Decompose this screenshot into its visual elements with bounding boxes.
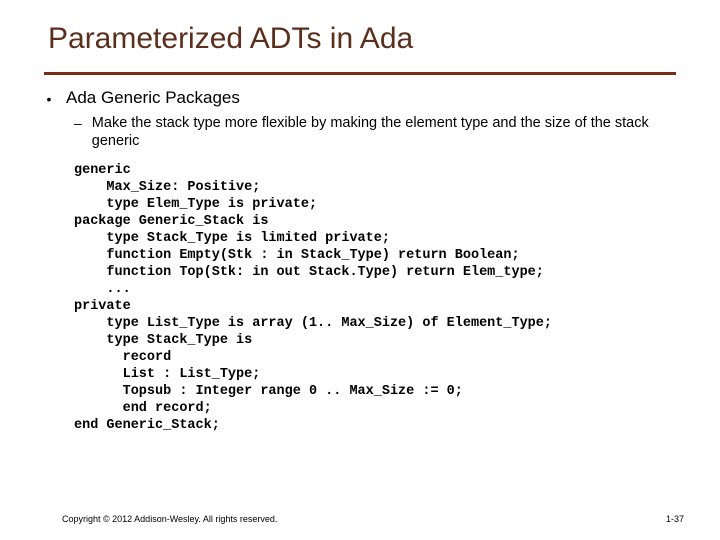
bullet-dot: •: [44, 88, 54, 110]
copyright-footer: Copyright © 2012 Addison-Wesley. All rig…: [62, 514, 277, 524]
bullet-level-1: • Ada Generic Packages: [44, 88, 684, 110]
bullet-level-2: – Make the stack type more flexible by m…: [74, 114, 684, 150]
bullet1-text: Ada Generic Packages: [66, 88, 240, 108]
bullet2-text: Make the stack type more flexible by mak…: [92, 114, 682, 150]
bullet-dash: –: [74, 114, 82, 132]
page-number: 1-37: [666, 514, 684, 524]
title-underline: [44, 72, 676, 75]
content-area: • Ada Generic Packages – Make the stack …: [44, 88, 684, 434]
slide: Parameterized ADTs in Ada • Ada Generic …: [0, 0, 720, 540]
slide-title: Parameterized ADTs in Ada: [48, 22, 413, 56]
code-block: generic Max_Size: Positive; type Elem_Ty…: [74, 162, 684, 434]
